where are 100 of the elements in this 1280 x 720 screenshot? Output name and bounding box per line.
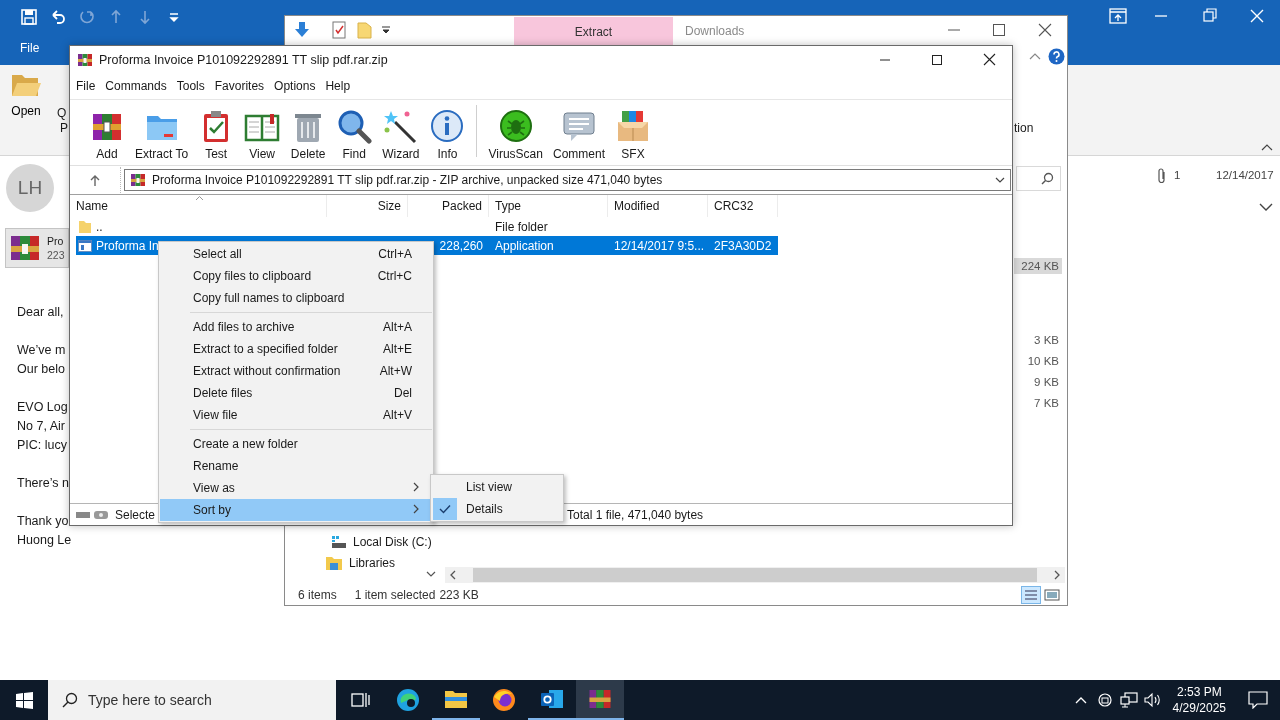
column-header[interactable]: Packed [408,195,489,217]
menu-item[interactable]: Copy full names to clipboard [160,287,432,309]
menu-item[interactable]: View file Alt+V [160,404,432,426]
toolbar-button[interactable]: View [239,108,286,161]
ribbon-label: Q [57,106,67,120]
toolbar-button[interactable]: Delete [285,108,332,161]
toolbar-button[interactable]: Add [84,108,130,161]
menu-item[interactable]: Sort by [160,499,432,521]
menu-item[interactable]: Extract without confirmation Alt+W [160,360,432,382]
attachment[interactable]: Pro 223 [5,228,69,268]
menu-item[interactable]: List view [432,476,562,498]
ribbon-display-icon[interactable] [1109,8,1127,24]
column-header[interactable]: Size [327,195,408,217]
search-field[interactable] [1016,166,1061,191]
clock[interactable]: 2:53 PM 4/29/2025 [1164,684,1236,716]
save-icon[interactable] [19,7,39,27]
mail-app-icon [540,688,564,710]
paperclip-icon [1156,168,1168,184]
close-icon[interactable] [1038,23,1052,37]
maximize-icon[interactable] [992,23,1006,37]
message-text: Our belo [17,361,66,378]
status-total: Total 1 file, 471,040 bytes [567,507,704,522]
column-header[interactable]: Modified [608,195,708,217]
avatar: LH [6,164,54,212]
drive-icon [331,535,347,549]
search-field[interactable]: Type here to search [48,680,336,720]
volume-icon[interactable] [1143,692,1162,708]
item-count: 6 items [298,588,337,602]
folder-icon [78,219,92,234]
menu-item[interactable]: File [71,79,101,93]
taskbar-app[interactable] [576,680,624,720]
up-arrow-icon[interactable] [89,173,101,187]
toolbar-button[interactable]: Find [331,108,378,161]
nav-item[interactable]: Libraries [325,555,432,571]
properties-icon[interactable] [329,21,349,39]
menu-item[interactable]: Extract to a specified folder Alt+E [160,338,432,360]
file-tab[interactable]: File [20,41,40,55]
menu-item[interactable]: Favorites [209,79,270,93]
toolbar-button[interactable]: Extract To [130,108,194,161]
collapse-icon[interactable] [1261,143,1273,151]
help-icon[interactable] [1048,48,1065,65]
message-text: Huong Le [17,532,72,549]
open-button[interactable]: Open [10,72,42,118]
search-icon [1041,172,1054,185]
menu-item[interactable]: Copy files to clipboard Ctrl+C [160,265,432,287]
notification-icon[interactable] [1248,691,1268,709]
message-text: Thank yo [17,513,70,530]
ribbon-label: P [60,121,68,135]
menu-item[interactable]: Create a new folder [160,433,432,455]
expand-icon[interactable] [1259,202,1273,212]
nav-item[interactable]: Local Disk (C:) [331,535,432,549]
application-icon [78,239,92,252]
attachment-name: Pro [47,234,65,248]
toolbar-button[interactable]: Info [424,108,471,161]
camera-icon[interactable] [1096,692,1113,708]
maximize-icon[interactable] [931,53,943,66]
details-view-icon[interactable] [1021,586,1041,604]
contextual-tab[interactable]: Extract [514,17,673,47]
file-size: 10 KB [1026,354,1060,369]
customize-icon[interactable] [381,24,391,36]
search-icon [62,692,78,708]
message-text: There’s n [17,475,70,492]
column-header[interactable]: CRC32 [708,195,778,217]
toolbar-button[interactable]: Test [193,108,240,161]
network-icon[interactable] [1119,692,1138,708]
column-header[interactable]: Type [489,195,608,217]
menu-item[interactable]: Help [320,79,356,93]
dropdown-icon[interactable] [995,176,1005,184]
ribbon-label: tion [1014,121,1034,135]
address-field[interactable]: Proforma Invoice P101092292891 TT slip pdf.rar.zip - ZIP archive, unpacked size 471,040 bytes [124,169,1011,191]
toolbar-button[interactable]: Comment [547,108,610,161]
menu-item[interactable]: Commands [100,79,172,93]
menu-item[interactable]: Add files to archive Alt+A [160,316,432,338]
message-date: 12/14/2017 [1216,169,1274,181]
message-text: Dear all, [17,304,65,321]
task-view-icon[interactable] [350,691,370,709]
menu-item[interactable]: Delete files Del [160,382,432,404]
info-icon [429,108,466,144]
folder-icon [444,688,468,710]
toolbar-button[interactable]: Wizard [377,108,425,161]
menu-item[interactable]: Options [269,79,321,93]
selection-size: 223 KB [439,588,479,602]
menu-item[interactable]: Tools [171,79,210,93]
menu-item[interactable]: Details [432,498,562,520]
chevron-up-icon[interactable] [1074,696,1087,704]
restore-icon[interactable] [1203,8,1217,24]
scroll-down-icon[interactable] [426,570,436,578]
download-icon[interactable] [293,21,311,39]
close-icon[interactable] [982,53,996,66]
file-row[interactable]: .. File folder [76,217,778,236]
horizontal-scrollbar[interactable] [445,567,1065,583]
check-icon [439,504,451,514]
app-icon [77,51,93,68]
menu-item[interactable]: Select all Ctrl+A [160,243,432,265]
toolbar-button[interactable]: VirusScan [483,108,548,161]
toolbar-button[interactable]: SFX [610,108,656,161]
menu-item[interactable]: Rename [160,455,432,477]
column-header[interactable]: Name [70,195,327,217]
thumbnail-view-icon[interactable] [1044,587,1060,603]
magnifier-icon [336,108,373,144]
